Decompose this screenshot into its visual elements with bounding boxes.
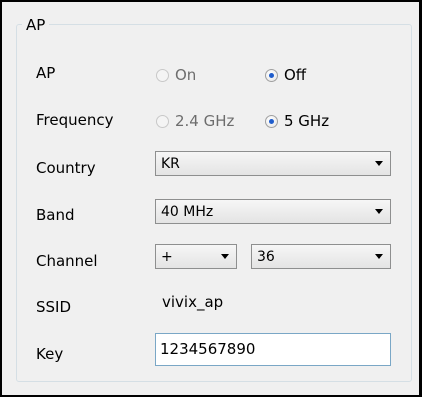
- channel-number-value: 36: [257, 248, 275, 265]
- country-label: Country: [36, 159, 96, 177]
- ap-on-radio[interactable]: On: [156, 66, 196, 84]
- ap-on-radio-label: On: [175, 66, 197, 84]
- channel-number-dropdown[interactable]: 36: [251, 244, 391, 269]
- dropdown-arrow-icon: [221, 254, 229, 259]
- ap-settings-panel: AP AP On Off Frequency 2.4 GHz 5 GHz Cou…: [0, 0, 422, 397]
- country-value: KR: [161, 155, 180, 172]
- ssid-value[interactable]: vivix_ap: [162, 293, 223, 311]
- frequency-2-4ghz-radio[interactable]: 2.4 GHz: [156, 112, 234, 130]
- key-input[interactable]: 1234567890: [155, 333, 391, 366]
- frequency-2-4ghz-radio-indicator: [156, 114, 169, 128]
- frequency-5ghz-radio-label: 5 GHz: [284, 112, 330, 130]
- channel-offset-value: +: [161, 248, 173, 265]
- channel-offset-dropdown[interactable]: +: [155, 244, 237, 269]
- ap-label: AP: [36, 64, 56, 82]
- band-label: Band: [36, 206, 75, 224]
- country-dropdown[interactable]: KR: [155, 151, 391, 176]
- frequency-5ghz-radio[interactable]: 5 GHz: [265, 112, 329, 130]
- dropdown-arrow-icon: [375, 254, 383, 259]
- ap-on-radio-indicator: [156, 68, 169, 82]
- dropdown-arrow-icon: [375, 209, 383, 214]
- band-dropdown[interactable]: 40 MHz: [155, 199, 391, 224]
- key-label: Key: [36, 345, 64, 363]
- dropdown-arrow-icon: [375, 161, 383, 166]
- ap-off-radio-label: Off: [284, 66, 307, 84]
- ap-off-radio-indicator: [265, 68, 278, 82]
- ap-off-radio[interactable]: Off: [265, 66, 306, 84]
- frequency-label: Frequency: [36, 111, 114, 129]
- frequency-5ghz-radio-indicator: [265, 114, 278, 128]
- band-value: 40 MHz: [161, 203, 214, 220]
- group-title: AP: [22, 16, 50, 34]
- channel-label: Channel: [36, 252, 98, 270]
- frequency-2-4ghz-radio-label: 2.4 GHz: [175, 112, 235, 130]
- ssid-label: SSID: [36, 298, 72, 316]
